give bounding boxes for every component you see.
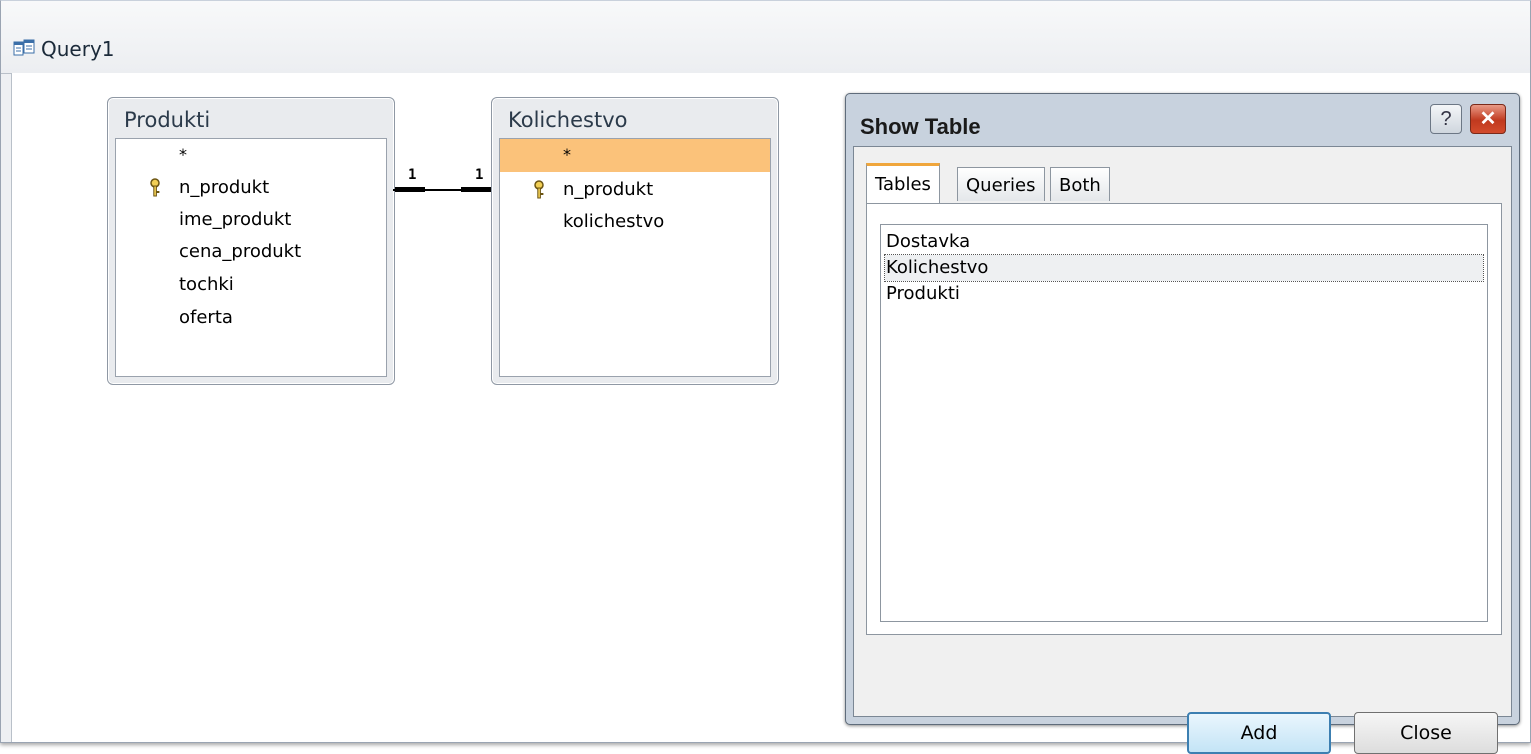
field-list-kolichestvo[interactable]: Kolichestvo * n_produkt kolichestvo	[491, 97, 779, 385]
window-title: Query1	[41, 37, 115, 61]
dialog-title: Show Table	[860, 114, 981, 139]
field-label: oferta	[179, 307, 233, 328]
list-item[interactable]: Produkti	[885, 281, 1483, 307]
relationship-cardinality-left: 1	[408, 167, 417, 183]
field-row-selected[interactable]: *	[500, 139, 770, 172]
show-table-dialog: Show Table ? ✕ Tables Queries Both Add C…	[845, 93, 1520, 754]
field-list-title[interactable]: Kolichestvo	[508, 108, 627, 132]
add-button[interactable]: Add	[1187, 712, 1331, 754]
primary-key-icon	[534, 180, 544, 199]
field-label: n_produkt	[179, 177, 270, 198]
field-row[interactable]: tochki	[116, 270, 386, 300]
field-label: cena_produkt	[179, 241, 302, 262]
field-list-title[interactable]: Produkti	[124, 108, 210, 132]
field-label: ime_produkt	[179, 209, 292, 230]
close-button[interactable]: Close	[1354, 712, 1498, 754]
tab-both[interactable]: Both	[1050, 167, 1110, 201]
field-row[interactable]: *	[116, 143, 386, 173]
field-row[interactable]: cena_produkt	[116, 237, 386, 267]
field-label: *	[563, 145, 571, 164]
field-label: n_produkt	[563, 179, 654, 200]
relationship-end-right	[461, 187, 491, 192]
tab-tables[interactable]: Tables	[866, 163, 940, 203]
close-icon[interactable]: ✕	[1470, 104, 1506, 134]
list-item-focused[interactable]: Kolichestvo	[884, 254, 1484, 282]
tables-listbox[interactable]: Dostavka Kolichestvo Produkti	[880, 224, 1488, 622]
field-list-produkti[interactable]: Produkti * n_produkt ime_produkt cena_pr…	[107, 97, 395, 385]
field-row[interactable]: oferta	[116, 303, 386, 333]
tab-queries[interactable]: Queries	[957, 167, 1045, 201]
list-item[interactable]: Dostavka	[885, 229, 1483, 255]
field-row[interactable]: n_produkt	[116, 173, 386, 203]
field-label: *	[179, 145, 187, 164]
window-title-bar: Query1	[1, 1, 1530, 74]
field-label: kolichestvo	[563, 211, 665, 232]
relationship-cardinality-right: 1	[475, 167, 484, 183]
help-button[interactable]: ?	[1430, 104, 1462, 134]
field-list-body: * n_produkt ime_produkt cena_produkt toc…	[115, 138, 387, 377]
field-list-body: * n_produkt kolichestvo	[499, 138, 771, 377]
primary-key-icon	[150, 178, 160, 197]
field-row[interactable]: ime_produkt	[116, 205, 386, 235]
field-row[interactable]: kolichestvo	[500, 207, 770, 237]
field-label: tochki	[179, 274, 234, 295]
query-icon	[13, 39, 35, 56]
relationship-end-left	[395, 187, 425, 192]
field-row[interactable]: n_produkt	[500, 175, 770, 205]
